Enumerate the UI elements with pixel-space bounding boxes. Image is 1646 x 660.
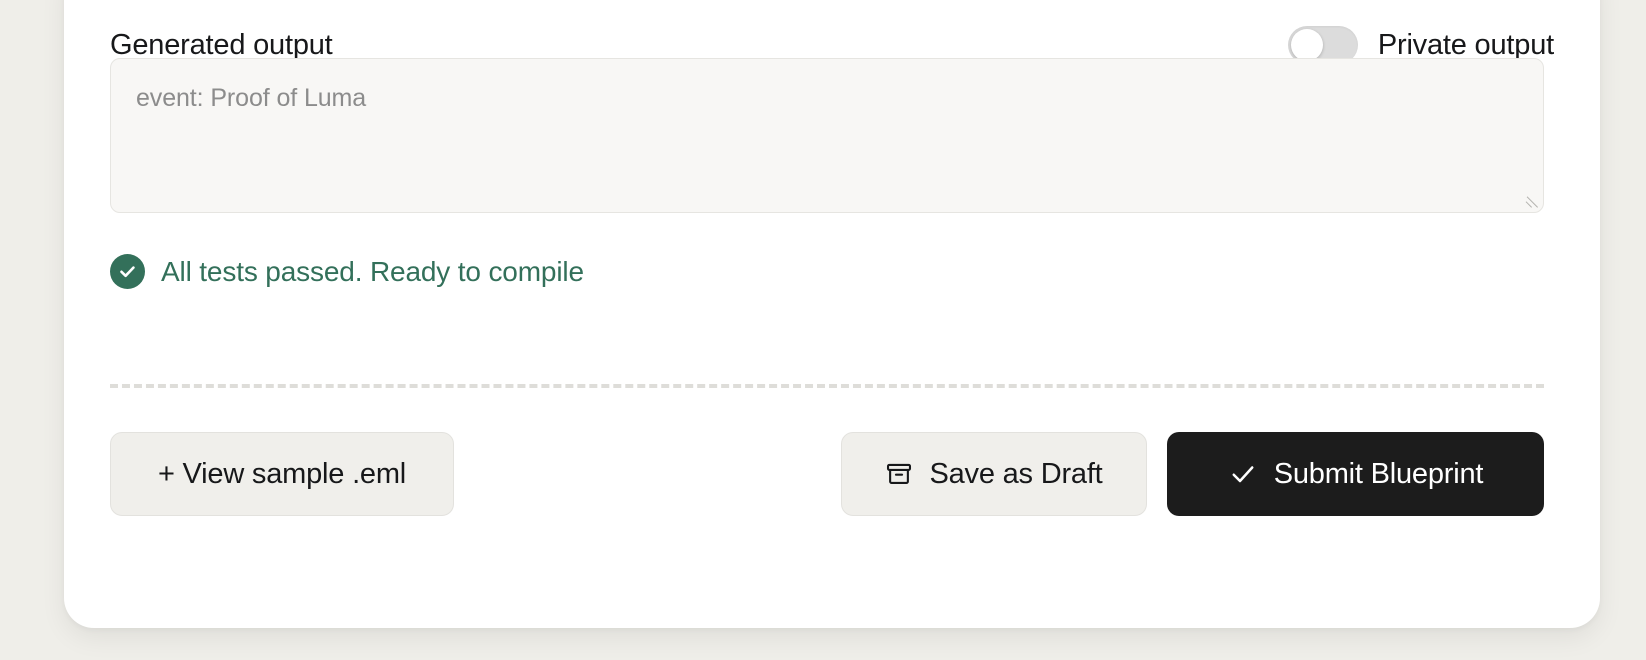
submit-blueprint-label: Submit Blueprint [1273, 457, 1484, 490]
resize-handle-icon[interactable] [1521, 190, 1539, 208]
toggle-knob [1290, 29, 1323, 61]
check-circle-icon [110, 254, 145, 289]
generated-output-placeholder: event: Proof of Luma [136, 84, 367, 112]
status-badge: All tests passed. Ready to compile [161, 255, 584, 287]
page-title: Generated output [110, 28, 333, 61]
footer-actions: + View sample .eml Save as Draft Submit … [110, 432, 1544, 516]
generated-output-textarea[interactable]: event: Proof of Luma [110, 58, 1544, 213]
status-message: All tests passed. Ready to compile [110, 254, 584, 289]
archive-box-icon [885, 460, 913, 488]
card-content: Generated output Private output event: P… [110, 0, 1554, 628]
blueprint-card: Generated output Private output event: P… [64, 0, 1600, 628]
private-output-label: Private output [1377, 28, 1554, 61]
view-sample-eml-button[interactable]: + View sample .eml [110, 432, 454, 516]
check-icon [1228, 459, 1258, 489]
save-as-draft-label: Save as Draft [929, 457, 1103, 490]
view-sample-eml-label: + View sample .eml [157, 457, 407, 490]
submit-blueprint-button[interactable]: Submit Blueprint [1167, 432, 1544, 516]
section-divider [110, 384, 1544, 388]
save-as-draft-button[interactable]: Save as Draft [841, 432, 1147, 516]
